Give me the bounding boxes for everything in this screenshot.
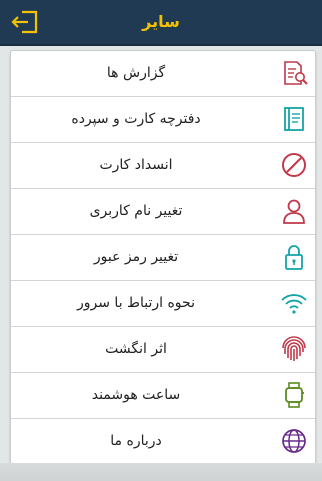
menu-item-label: درباره ما [110,433,162,449]
menu-item-label: تغییر نام کاربری [89,203,183,219]
lock-icon [279,242,309,272]
menu-item-server-connection[interactable]: نحوه ارتباط با سرور [11,281,315,327]
globe-icon [279,426,309,456]
menu-item-fingerprint[interactable]: اثر انگشت [11,327,315,373]
menu-item-smartwatch[interactable]: ساعت هوشمند [11,373,315,419]
block-icon [279,150,309,180]
menu-item-change-username[interactable]: تغییر نام کاربری [11,189,315,235]
menu-item-change-password[interactable]: تغییر رمز عبور [11,235,315,281]
menu-item-label: گزارش ها [106,65,166,81]
notebook-icon [279,104,309,134]
menu-item-notebook[interactable]: دفترچه کارت و سپرده [11,97,315,143]
report-search-icon [279,58,309,88]
menu-item-label: تغییر رمز عبور [93,249,179,265]
header-bar: سایر [0,0,322,46]
menu-item-block-card[interactable]: انسداد کارت [11,143,315,189]
settings-menu-list: گزارش ها دفترچه کارت و سپرده انسداد کارت… [10,50,316,465]
menu-item-label: نحوه ارتباط با سرور [77,295,195,311]
smartwatch-icon [279,380,309,410]
menu-item-label: دفترچه کارت و سپرده [71,111,201,127]
fingerprint-icon [279,334,309,364]
wifi-icon [279,288,309,318]
menu-item-label: ساعت هوشمند [91,387,181,403]
menu-item-label: اثر انگشت [105,341,167,357]
menu-item-reports[interactable]: گزارش ها [11,51,315,97]
page-title: سایر [142,12,180,31]
bottom-edge [0,463,322,481]
menu-item-about-us[interactable]: درباره ما [11,419,315,464]
menu-item-label: انسداد کارت [99,157,173,173]
user-icon [279,196,309,226]
